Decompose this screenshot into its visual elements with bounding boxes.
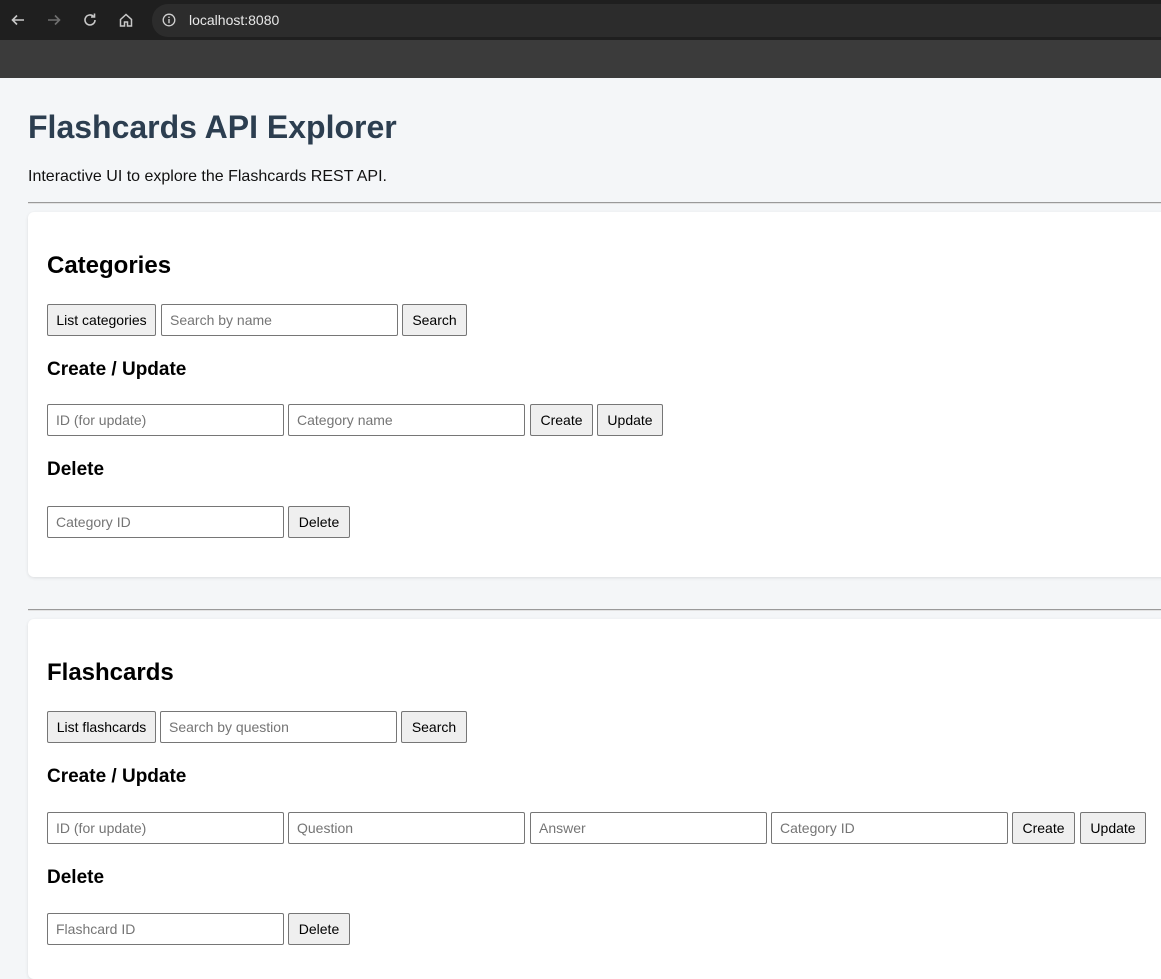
categories-heading: Categories — [47, 252, 172, 279]
list-flashcards-button[interactable]: List flashcards — [47, 711, 156, 743]
divider — [28, 609, 1161, 611]
category-search-input[interactable] — [161, 304, 398, 336]
category-delete-id-input[interactable] — [47, 506, 284, 538]
category-update-button[interactable]: Update — [597, 404, 663, 436]
flashcard-question-input[interactable] — [288, 812, 525, 844]
bookmarks-bar — [0, 40, 1161, 78]
category-id-input[interactable] — [47, 404, 284, 436]
list-categories-button[interactable]: List categories — [47, 304, 156, 336]
flashcard-delete-id-input[interactable] — [47, 913, 284, 945]
categories-card: Categories List categories Search Create… — [28, 212, 1161, 577]
address-bar[interactable]: localhost:8080 — [152, 4, 1161, 37]
page-content: Flashcards API Explorer Interactive UI t… — [0, 78, 1161, 979]
flashcard-category-id-input[interactable] — [771, 812, 1008, 844]
category-name-input[interactable] — [288, 404, 525, 436]
category-search-button[interactable]: Search — [402, 304, 467, 336]
flashcard-delete-button[interactable]: Delete — [288, 913, 350, 945]
back-icon[interactable] — [6, 8, 30, 32]
site-info-icon[interactable] — [162, 13, 176, 27]
flashcard-answer-input[interactable] — [530, 812, 767, 844]
flashcard-create-update-heading: Create / Update — [47, 766, 187, 787]
page-subtitle: Interactive UI to explore the Flashcards… — [28, 168, 387, 185]
divider — [28, 202, 1161, 204]
flashcards-card: Flashcards List flashcards Search Create… — [28, 619, 1161, 979]
flashcard-update-button[interactable]: Update — [1080, 812, 1146, 844]
flashcard-id-input[interactable] — [47, 812, 284, 844]
flashcards-heading: Flashcards — [47, 659, 174, 686]
flashcard-delete-heading: Delete — [47, 867, 105, 888]
reload-icon[interactable] — [78, 8, 102, 32]
flashcard-create-button[interactable]: Create — [1012, 812, 1075, 844]
flashcard-search-input[interactable] — [160, 711, 397, 743]
category-create-update-heading: Create / Update — [47, 359, 187, 380]
forward-icon[interactable] — [42, 8, 66, 32]
category-create-button[interactable]: Create — [530, 404, 593, 436]
home-icon[interactable] — [114, 8, 138, 32]
category-delete-button[interactable]: Delete — [288, 506, 350, 538]
category-delete-heading: Delete — [47, 459, 105, 480]
browser-toolbar: localhost:8080 — [0, 0, 1161, 40]
url-text[interactable]: localhost:8080 — [189, 12, 279, 28]
page-title: Flashcards API Explorer — [28, 109, 397, 145]
flashcard-search-button[interactable]: Search — [401, 711, 467, 743]
